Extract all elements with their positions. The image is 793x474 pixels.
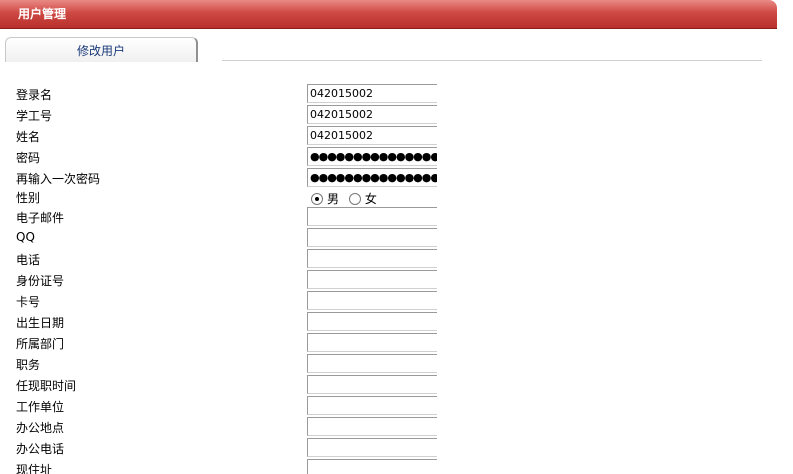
- row-qq: QQ: [0, 228, 793, 249]
- module-title-bar: 用户管理: [0, 0, 777, 29]
- row-gender: 性别 男 女: [0, 187, 793, 208]
- row-phone: 电话: [0, 249, 793, 270]
- id-card-input[interactable]: [307, 270, 437, 289]
- office-phone-label: 办公电话: [16, 442, 65, 456]
- birthday-label: 出生日期: [16, 316, 65, 330]
- row-password-confirm: 再输入一次密码 ●●●●●●●●●●●●●●●●●●●●●●: [0, 168, 793, 189]
- position-label: 职务: [16, 358, 41, 372]
- email-label: 电子邮件: [16, 211, 65, 225]
- gender-radio-group: 男 女: [311, 190, 383, 207]
- row-work-unit: 工作单位: [0, 396, 793, 417]
- name-input[interactable]: 042015002: [307, 126, 437, 145]
- address-label: 现住址: [16, 463, 53, 474]
- phone-input[interactable]: [307, 249, 437, 268]
- tab-edit-user-label: 修改用户: [76, 44, 125, 58]
- card-no-label: 卡号: [16, 295, 41, 309]
- work-unit-input[interactable]: [307, 396, 437, 415]
- qq-label: QQ: [16, 230, 35, 244]
- row-student-id: 学工号 042015002: [0, 105, 793, 126]
- row-card-no: 卡号: [0, 291, 793, 312]
- row-position-time: 任现职时间: [0, 375, 793, 396]
- login-name-label: 登录名: [16, 88, 53, 102]
- password-label: 密码: [16, 151, 41, 165]
- id-card-label: 身份证号: [16, 274, 65, 288]
- position-input[interactable]: [307, 354, 437, 373]
- login-name-input[interactable]: 042015002: [307, 84, 437, 103]
- row-office-location: 办公地点: [0, 417, 793, 438]
- row-email: 电子邮件: [0, 207, 793, 228]
- office-location-input[interactable]: [307, 417, 437, 436]
- gender-male-radio[interactable]: [311, 192, 323, 205]
- position-time-label: 任现职时间: [16, 379, 77, 393]
- row-department: 所属部门: [0, 333, 793, 354]
- email-input[interactable]: [307, 207, 437, 226]
- work-unit-label: 工作单位: [16, 400, 65, 414]
- birthday-input[interactable]: [307, 312, 437, 331]
- row-birthday: 出生日期: [0, 312, 793, 333]
- row-id-card: 身份证号: [0, 270, 793, 291]
- row-address: 现住址: [0, 459, 793, 474]
- gender-female-label[interactable]: 女: [365, 192, 377, 206]
- row-password: 密码 ●●●●●●●●●●●●●●●●●●●●●●: [0, 147, 793, 168]
- office-location-label: 办公地点: [16, 421, 65, 435]
- row-name: 姓名 042015002: [0, 126, 793, 147]
- gender-label: 性别: [16, 191, 41, 205]
- gender-male-label[interactable]: 男: [327, 192, 339, 206]
- row-login-name: 登录名 042015002: [0, 84, 793, 105]
- row-position: 职务: [0, 354, 793, 375]
- qq-input[interactable]: [307, 228, 437, 247]
- office-phone-input[interactable]: [307, 438, 437, 457]
- gender-female-radio[interactable]: [348, 192, 361, 205]
- phone-label: 电话: [16, 253, 41, 267]
- position-time-input[interactable]: [307, 375, 437, 394]
- department-label: 所属部门: [16, 337, 65, 351]
- student-id-input[interactable]: 042015002: [307, 105, 437, 124]
- password-confirm-input[interactable]: ●●●●●●●●●●●●●●●●●●●●●●: [307, 168, 437, 187]
- address-input[interactable]: [307, 459, 437, 474]
- password-input[interactable]: ●●●●●●●●●●●●●●●●●●●●●●: [307, 147, 437, 166]
- password-confirm-label: 再输入一次密码: [16, 172, 101, 186]
- student-id-label: 学工号: [16, 109, 53, 123]
- row-office-phone: 办公电话: [0, 438, 793, 459]
- tab-edit-user[interactable]: 修改用户: [5, 37, 198, 62]
- department-input[interactable]: [307, 333, 437, 352]
- name-label: 姓名: [16, 130, 41, 144]
- module-title: 用户管理: [18, 7, 67, 21]
- card-no-input[interactable]: [307, 291, 437, 310]
- tab-divider: [222, 60, 762, 61]
